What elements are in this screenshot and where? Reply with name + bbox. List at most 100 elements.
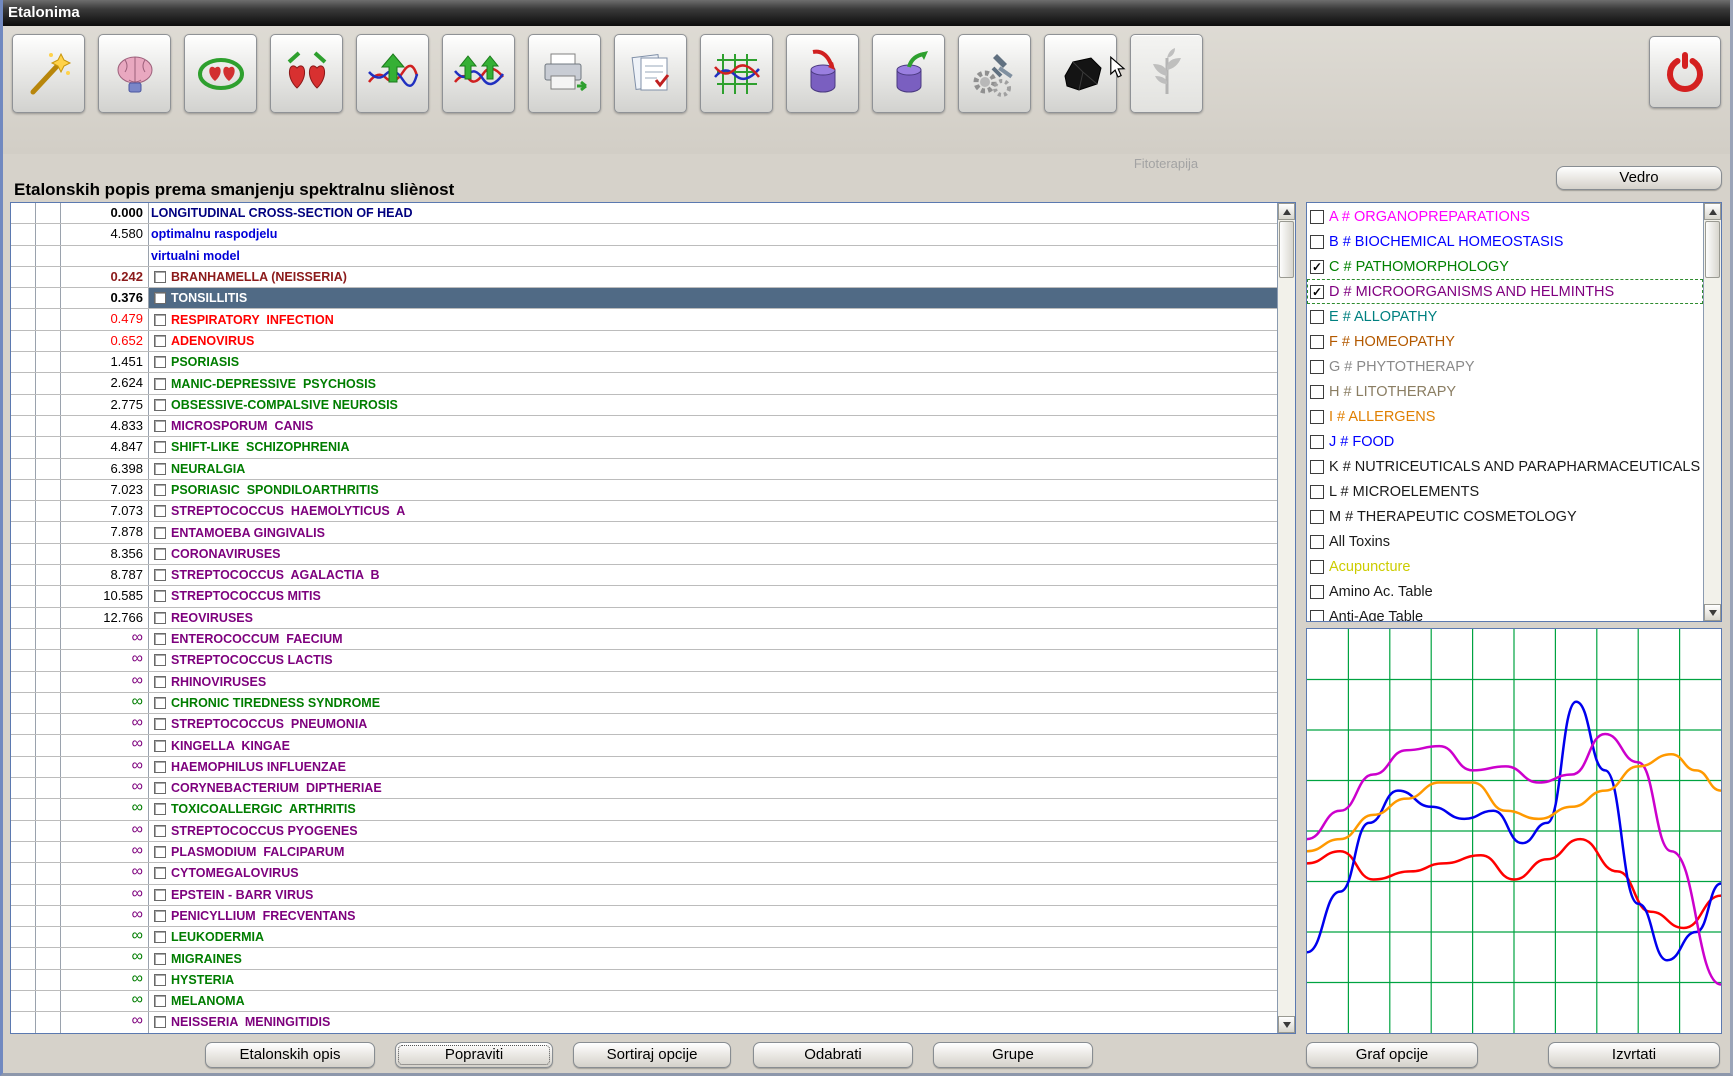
row-checkbox[interactable] (154, 867, 166, 880)
list-row[interactable]: ∞ CHRONIC TIREDNESS SYNDROME (11, 692, 1277, 715)
category-item[interactable]: A # ORGANOPREPARATIONS (1307, 204, 1703, 229)
row-checkbox[interactable] (154, 782, 166, 795)
list-row[interactable]: 7.073 STREPTOCOCCUS HAEMOLYTICUS A (11, 501, 1277, 523)
row-checkbox[interactable] (154, 505, 166, 518)
row-checkbox[interactable] (154, 441, 166, 454)
toolbar-button-container-in[interactable] (786, 34, 859, 113)
category-checkbox[interactable] (1310, 509, 1324, 524)
row-checkbox[interactable] (154, 718, 166, 731)
popraviti-button[interactable]: Popraviti (395, 1042, 553, 1068)
list-row[interactable]: ∞ NEISSERIA MENINGITIDIS (11, 1012, 1277, 1033)
row-checkbox[interactable] (154, 398, 166, 411)
toolbar-button-chart-double-arrow[interactable] (442, 34, 515, 113)
category-checkbox[interactable]: ✓ (1310, 284, 1324, 299)
row-checkbox[interactable] (154, 484, 166, 496)
sortiraj-opcije-button[interactable]: Sortiraj opcije (573, 1042, 731, 1068)
list-row[interactable]: ∞ HAEMOPHILUS INFLUENZAE (11, 756, 1277, 779)
list-row[interactable]: ∞ STREPTOCOCCUS PNEUMONIA (11, 714, 1277, 736)
category-item[interactable]: G # PHYTOTHERAPY (1307, 354, 1703, 379)
list-row[interactable]: 10.585 STREPTOCOCCUS MITIS (11, 586, 1277, 608)
toolbar-button-magic-wand[interactable] (12, 34, 85, 113)
row-checkbox[interactable] (154, 462, 166, 475)
scroll-up-button[interactable] (1278, 203, 1295, 220)
list-row[interactable]: ∞ PLASMODIUM FALCIPARUM (11, 841, 1277, 864)
category-item[interactable]: Anti-Age Table (1307, 604, 1703, 621)
scroll-up-button[interactable] (1704, 203, 1721, 220)
row-checkbox[interactable] (154, 334, 166, 347)
list-row[interactable]: 0.652 ADENOVIRUS (11, 330, 1277, 353)
row-checkbox[interactable] (154, 590, 166, 603)
category-item[interactable]: J # FOOD (1307, 429, 1703, 454)
row-checkbox[interactable] (154, 611, 166, 624)
scroll-down-button[interactable] (1278, 1016, 1295, 1033)
category-checkbox[interactable]: ✓ (1310, 259, 1324, 274)
list-row[interactable]: ∞ CORYNEBACTERIUM DIPTHERIAE (11, 778, 1277, 800)
category-checkbox[interactable] (1310, 309, 1324, 324)
category-checkbox[interactable] (1310, 559, 1324, 574)
category-checkbox[interactable] (1310, 209, 1324, 224)
category-item[interactable]: ✓ D # MICROORGANISMS AND HELMINTHS (1307, 279, 1703, 304)
category-checkbox[interactable] (1310, 234, 1324, 249)
row-checkbox[interactable] (154, 547, 166, 560)
etalonskih-opis-button[interactable]: Etalonskih opis (205, 1042, 375, 1068)
category-item[interactable]: F # HOMEOPATHY (1307, 329, 1703, 354)
row-checkbox[interactable] (154, 526, 166, 539)
odabrati-button[interactable]: Odabrati (753, 1042, 913, 1068)
scroll-thumb[interactable] (1279, 221, 1294, 278)
list-row[interactable]: ∞ ENTEROCOCCUM FAECIUM (11, 628, 1277, 651)
list-row[interactable]: ∞ MELANOMA (11, 990, 1277, 1013)
row-checkbox[interactable] (154, 973, 166, 986)
category-checkbox[interactable] (1310, 459, 1324, 474)
toolbar-button-ring-hearts[interactable] (184, 34, 257, 113)
category-item[interactable]: I # ALLERGENS (1307, 404, 1703, 429)
category-checkbox[interactable] (1310, 409, 1324, 424)
list-row[interactable]: 4.833 MICROSPORUM CANIS (11, 415, 1277, 438)
toolbar-button-phytotherapy[interactable] (1130, 34, 1203, 113)
list-row[interactable]: 7.878 ENTAMOEBA GINGIVALIS (11, 522, 1277, 544)
row-checkbox[interactable] (154, 313, 166, 326)
row-checkbox[interactable] (154, 271, 166, 284)
list-row[interactable]: ∞ KINGELLA KINGAE (11, 735, 1277, 757)
category-item[interactable]: Amino Ac. Table (1307, 579, 1703, 604)
row-checkbox[interactable] (154, 633, 166, 646)
category-scrollbar[interactable] (1703, 203, 1721, 621)
list-row[interactable]: ∞ TOXICOALLERGIC ARTHRITIS (11, 799, 1277, 821)
vedro-button[interactable]: Vedro (1556, 166, 1722, 190)
row-checkbox[interactable] (154, 654, 166, 667)
toolbar-button-chart-arrow-up[interactable] (356, 34, 429, 113)
row-checkbox[interactable] (154, 292, 166, 305)
row-checkbox[interactable] (154, 931, 166, 944)
toolbar-button-brain[interactable] (98, 34, 171, 113)
row-checkbox[interactable] (154, 696, 166, 709)
scroll-thumb[interactable] (1705, 221, 1720, 278)
row-checkbox[interactable] (154, 888, 166, 901)
graf-opcije-button[interactable]: Graf opcije (1306, 1042, 1478, 1068)
list-row[interactable]: ∞ RHINOVIRUSES (11, 671, 1277, 693)
list-row[interactable]: 7.023 PSORIASIC SPONDILOARTHRITIS (11, 479, 1277, 502)
toolbar-button-etalon-stone[interactable] (1044, 34, 1117, 113)
row-checkbox[interactable] (154, 846, 166, 859)
toolbar-button-gears-analysis[interactable] (958, 34, 1031, 113)
list-row[interactable]: 0.000 LONGITUDINAL CROSS-SECTION OF HEAD (11, 203, 1277, 225)
row-checkbox[interactable] (154, 356, 166, 369)
category-checkbox[interactable] (1310, 534, 1324, 549)
category-item[interactable]: K # NUTRICEUTICALS AND PARAPHARMACEUTICA… (1307, 454, 1703, 479)
grupe-button[interactable]: Grupe (933, 1042, 1093, 1068)
list-row[interactable]: 2.775 OBSESSIVE-COMPALSIVE NEUROSIS (11, 394, 1277, 416)
category-checkbox[interactable] (1310, 484, 1324, 499)
list-row[interactable]: 6.398 NEURALGIA (11, 458, 1277, 480)
list-row[interactable]: ∞ MIGRAINES (11, 948, 1277, 970)
list-row[interactable]: 1.451 PSORIASIS (11, 352, 1277, 374)
row-checkbox[interactable] (154, 909, 166, 922)
row-checkbox[interactable] (154, 952, 166, 965)
category-item[interactable]: ✓ C # PATHOMORPHOLOGY (1307, 254, 1703, 279)
category-checkbox[interactable] (1310, 359, 1324, 374)
list-row[interactable]: ∞ EPSTEIN - BARR VIRUS (11, 884, 1277, 906)
category-checkbox[interactable] (1310, 384, 1324, 399)
scroll-track[interactable] (1278, 279, 1295, 1016)
category-checkbox[interactable] (1310, 584, 1324, 599)
row-checkbox[interactable] (154, 824, 166, 837)
toolbar-button-container-out[interactable] (872, 34, 945, 113)
izvrtati-button[interactable]: Izvrtati (1548, 1042, 1720, 1068)
list-row[interactable]: ∞ STREPTOCOCCUS LACTIS (11, 650, 1277, 672)
